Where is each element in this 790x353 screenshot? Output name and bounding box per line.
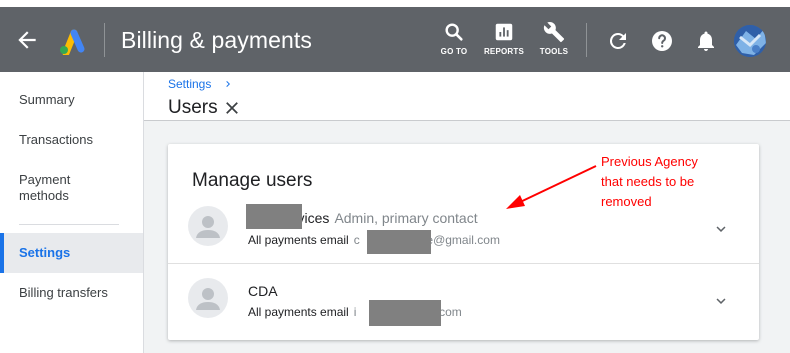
reports-button[interactable]: REPORTS [478, 21, 530, 65]
top-app-bar: Billing & payments GO TO REPORTS TOOLS [0, 0, 790, 72]
tools-label: TOOLS [539, 47, 569, 56]
close-icon[interactable] [225, 101, 239, 115]
search-icon [445, 23, 463, 41]
sidebar-item-transactions[interactable]: Transactions [0, 132, 143, 148]
person-icon [196, 288, 220, 310]
page-title: Users [168, 97, 218, 118]
annotation-text: Previous Agency that needs to be removed [601, 154, 698, 209]
user-name-line: CDA [248, 283, 283, 299]
email-label: All payments email [248, 305, 349, 319]
account-avatar[interactable] [734, 25, 766, 57]
app-title: Billing & payments [121, 27, 312, 53]
chevron-right-icon [226, 81, 230, 87]
refresh-icon[interactable] [606, 29, 630, 53]
sidebar-nav: Summary Transactions Payment methods Set… [0, 72, 144, 353]
user-avatar [188, 206, 228, 246]
google-ads-logo[interactable] [56, 27, 86, 55]
redaction-box [246, 204, 302, 229]
sidebar-item-summary[interactable]: Summary [0, 92, 143, 108]
redaction-box [367, 230, 431, 254]
user-row[interactable]: CDA All payments email i it.com [168, 264, 759, 340]
chevron-down-icon[interactable] [712, 292, 730, 310]
reports-icon [495, 23, 513, 41]
sidebar-item-billing-transfers[interactable]: Billing transfers [0, 285, 143, 301]
annotation-arrow-icon [506, 165, 597, 209]
help-icon[interactable] [650, 29, 674, 53]
card-title: Manage users [192, 170, 313, 191]
sidebar-item-settings[interactable]: Settings [0, 233, 143, 273]
tools-button[interactable]: TOOLS [528, 21, 580, 65]
header-divider-2 [586, 23, 587, 57]
goto-button[interactable]: GO TO [428, 21, 480, 65]
header-divider [104, 23, 105, 57]
user-role: Admin, primary contact [334, 210, 478, 226]
avatar-image [734, 25, 766, 57]
breadcrumb-settings[interactable]: Settings [168, 77, 211, 91]
chevron-down-icon[interactable] [712, 220, 730, 238]
back-arrow-icon[interactable] [14, 27, 40, 53]
goto-label: GO TO [440, 47, 468, 56]
redaction-box [369, 300, 441, 326]
reports-label: REPORTS [483, 47, 525, 56]
user-name: CDA [248, 283, 278, 299]
content-header: Settings Users [144, 72, 790, 121]
email-label: All payments email [248, 233, 349, 247]
sidebar-divider [19, 224, 119, 225]
sidebar-item-payment-methods[interactable]: Payment methods [0, 172, 143, 204]
person-icon [196, 216, 220, 238]
bell-icon[interactable] [694, 29, 718, 53]
user-avatar [188, 278, 228, 318]
wrench-icon [543, 22, 565, 43]
